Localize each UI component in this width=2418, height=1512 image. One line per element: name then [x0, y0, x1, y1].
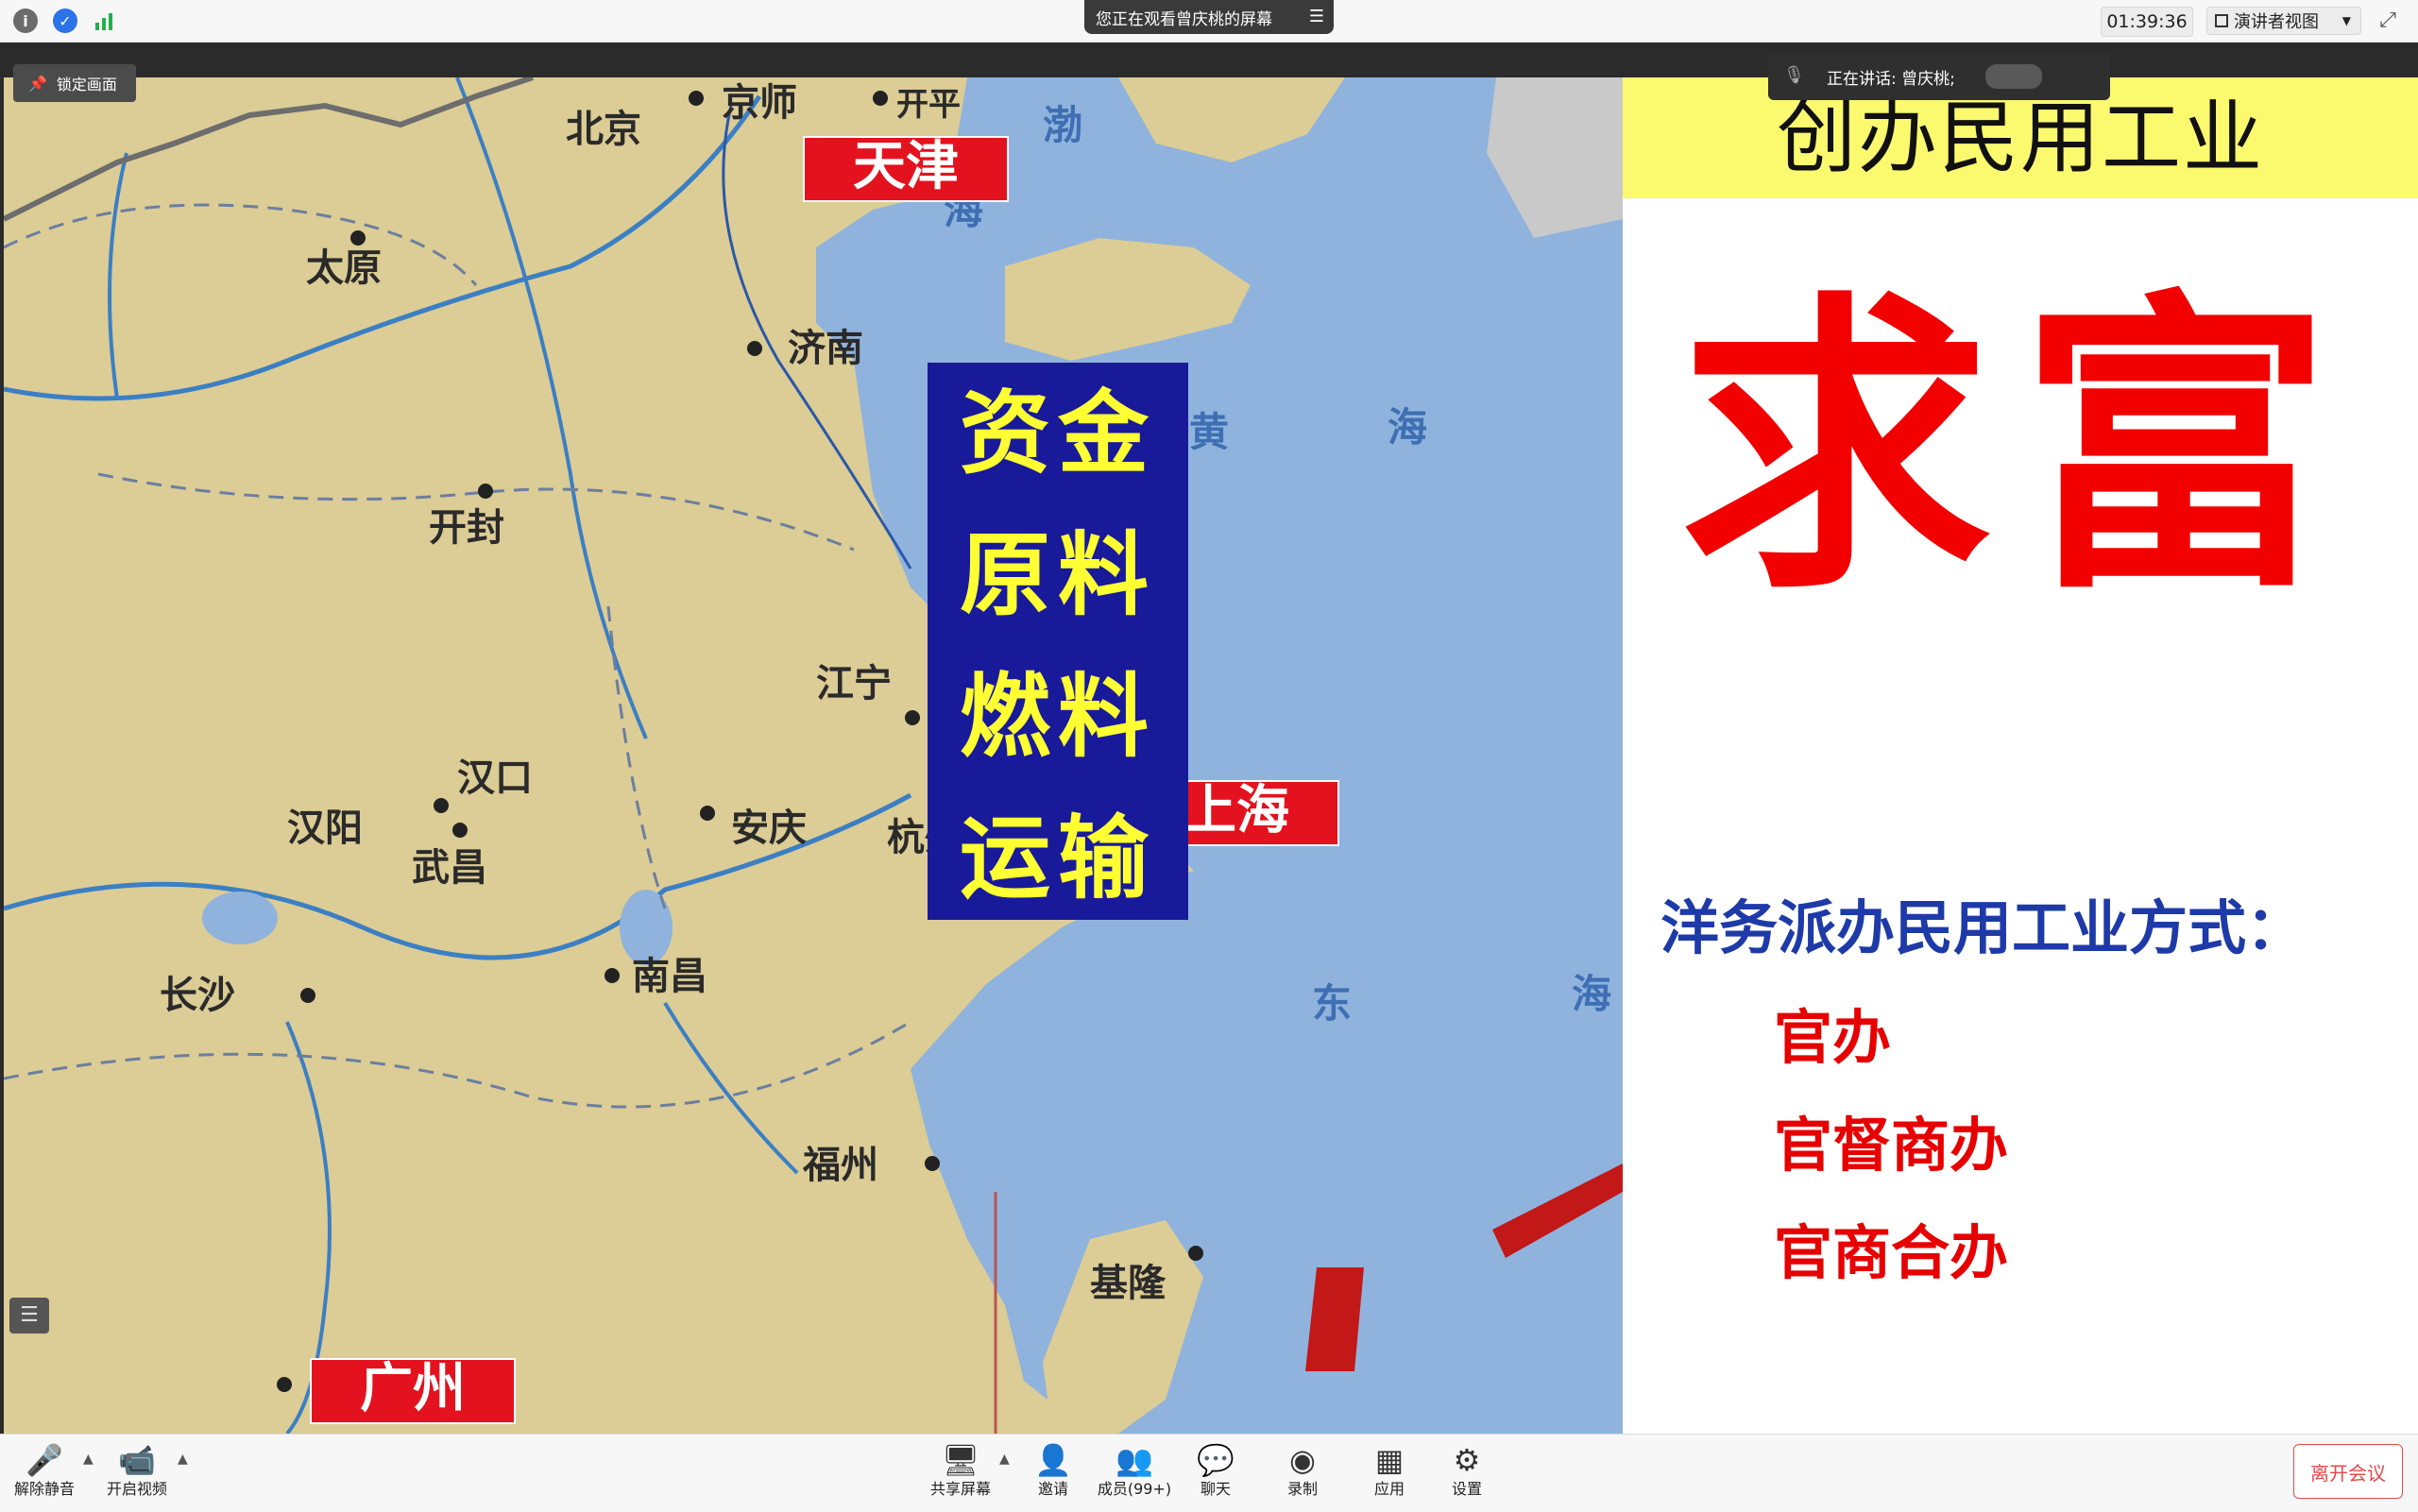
place-jingshi: 京师 [722, 80, 797, 125]
top-bar: i ✓ 您正在观看曾庆桃的屏幕 ☰ 01:39:36 演讲者视图 ▼ ⤢ [0, 0, 2418, 42]
chevron-down-icon: ▼ [2341, 14, 2351, 27]
place-jiangning: 江宁 [816, 661, 892, 705]
requirement-item: 资金 [960, 380, 1156, 486]
signal-bars [95, 13, 112, 30]
place-hankou: 汉口 [457, 756, 533, 800]
members-icon: 👥 [1115, 1442, 1153, 1478]
menu-icon[interactable]: ☰ [1309, 7, 1324, 26]
invite-button[interactable]: 👤 邀请 [1011, 1440, 1096, 1508]
lock-screen-button[interactable]: 📌 锁定画面 [13, 64, 136, 102]
label-tianjin: 天津 [803, 136, 1009, 202]
sea-dong: 东 [1312, 980, 1352, 1027]
chat-button[interactable]: 💬 聊天 [1173, 1440, 1258, 1508]
members-label: 成员(99+) [1097, 1480, 1172, 1498]
list-icon[interactable]: ☰ [9, 1298, 49, 1334]
place-kaifeng: 开封 [429, 505, 504, 550]
place-fuzhou: 福州 [802, 1143, 878, 1187]
start-video-label: 开启视频 [106, 1480, 167, 1498]
method-item: 官商合办 [1774, 1218, 2009, 1287]
video-off-icon: 📹 [118, 1442, 156, 1478]
lock-label: 锁定画面 [56, 76, 117, 93]
add-user-icon: 👤 [1034, 1442, 1072, 1478]
place-hanyang: 汉阳 [287, 806, 363, 850]
requirement-item: 原料 [960, 521, 1156, 628]
speaker-view-icon [2215, 14, 2228, 27]
settings-button[interactable]: ⚙ 设置 [1424, 1440, 1509, 1508]
apps-label: 应用 [1373, 1480, 1405, 1498]
signal-icon[interactable] [93, 8, 117, 33]
method-item: 官办 [1774, 1003, 1892, 1072]
settings-label: 设置 [1451, 1480, 1482, 1498]
chevron-up-icon[interactable]: ▲ [83, 1452, 94, 1467]
place-kaiping: 开平 [896, 86, 961, 124]
place-jinan: 济南 [788, 326, 863, 370]
place-nanchang: 南昌 [632, 954, 707, 998]
unmute-button[interactable]: 🎤 解除静音 [2, 1440, 87, 1508]
chevron-up-icon[interactable]: ▲ [178, 1452, 188, 1467]
slide-big-text: 求富 [1679, 263, 2359, 630]
view-mode-dropdown[interactable]: 演讲者视图 ▼ [2206, 7, 2361, 35]
info-icon[interactable]: i [13, 8, 38, 33]
place-anqing: 安庆 [731, 806, 807, 850]
place-wuchang: 武昌 [412, 845, 487, 890]
fullscreen-icon[interactable]: ⤢ [2376, 9, 2399, 32]
gear-icon: ⚙ [1453, 1442, 1481, 1478]
unmute-label: 解除静音 [13, 1480, 75, 1498]
viewing-text: 您正在观看曾庆桃的屏幕 [1096, 9, 1272, 29]
sea-bo: 渤 [1043, 102, 1082, 148]
meeting-timer: 01:39:36 [2101, 7, 2193, 37]
sea-hai-3: 海 [1572, 971, 1611, 1017]
chevron-up-icon[interactable]: ▲ [999, 1452, 1010, 1467]
pin-icon: 📌 [28, 74, 47, 93]
label-guangzhou: 广州 [310, 1358, 516, 1424]
invite-label: 邀请 [1037, 1480, 1068, 1498]
slide-right-panel: 创办民用工业 求富 洋务派办民用工业方式： 官办 官督商办 官商合办 [1623, 77, 2418, 1434]
requirement-item: 燃料 [960, 663, 1156, 770]
leave-meeting-button[interactable]: 离开会议 [2293, 1444, 2403, 1499]
muted-microphone-icon: 🎤 [26, 1442, 63, 1478]
members-button[interactable]: 👥 成员(99+) [1092, 1440, 1177, 1508]
place-beijing: 北京 [566, 107, 641, 151]
share-screen-label: 共享屏幕 [929, 1480, 991, 1498]
place-jilong: 基隆 [1090, 1261, 1166, 1305]
place-taiyuan: 太原 [306, 246, 382, 290]
start-video-button[interactable]: 📹 开启视频 [94, 1440, 179, 1508]
record-icon: ◉ [1289, 1442, 1316, 1478]
requirement-item: 运输 [960, 805, 1156, 911]
apps-grid-icon: ▦ [1374, 1442, 1405, 1478]
apps-button[interactable]: ▦ 应用 [1347, 1440, 1432, 1508]
speaking-text: 正在讲话: 曾庆桃; [1827, 69, 1955, 89]
record-label: 录制 [1286, 1480, 1318, 1498]
sea-huang: 黄 [1189, 409, 1229, 455]
sea-hai-2: 海 [1388, 404, 1427, 450]
muted-mic-icon: 🎙 [1783, 65, 1805, 85]
chat-label: 聊天 [1200, 1480, 1231, 1498]
method-item: 官督商办 [1774, 1111, 2009, 1180]
requirements-box: 资金 原料 燃料 运输 [928, 363, 1188, 920]
share-screen-icon: 🖥 [941, 1442, 980, 1478]
slide-map: 京师 开平 北京 太原 济南 开封 江宁 汉口 汉阳 武昌 安庆 杭州 南昌 长… [4, 77, 1623, 1434]
methods-title: 洋务派办民用工业方式： [1660, 893, 2306, 962]
place-changsha: 长沙 [160, 973, 235, 1017]
view-mode-label: 演讲者视图 [2234, 12, 2319, 32]
shield-icon[interactable]: ✓ [53, 8, 77, 33]
map-graphic: 京师 开平 北京 太原 济南 开封 江宁 汉口 汉阳 武昌 安庆 杭州 南昌 长… [4, 77, 1623, 1434]
meeting-toolbar: 🎤 解除静音 ▲ 📹 开启视频 ▲ 🖥 共享屏幕 ▲ 👤 邀请 👥 成员(99+… [0, 1434, 2418, 1512]
speaking-indicator: 🎙 正在讲话: 曾庆桃; [1768, 53, 2110, 100]
viewing-screen-indicator[interactable]: 您正在观看曾庆桃的屏幕 ☰ [1084, 0, 1334, 34]
chat-icon: 💬 [1197, 1442, 1235, 1478]
speaker-avatar-blur [1985, 64, 2042, 89]
record-button[interactable]: ◉ 录制 [1260, 1440, 1345, 1508]
share-screen-button[interactable]: 🖥 共享屏幕 [918, 1440, 1003, 1508]
